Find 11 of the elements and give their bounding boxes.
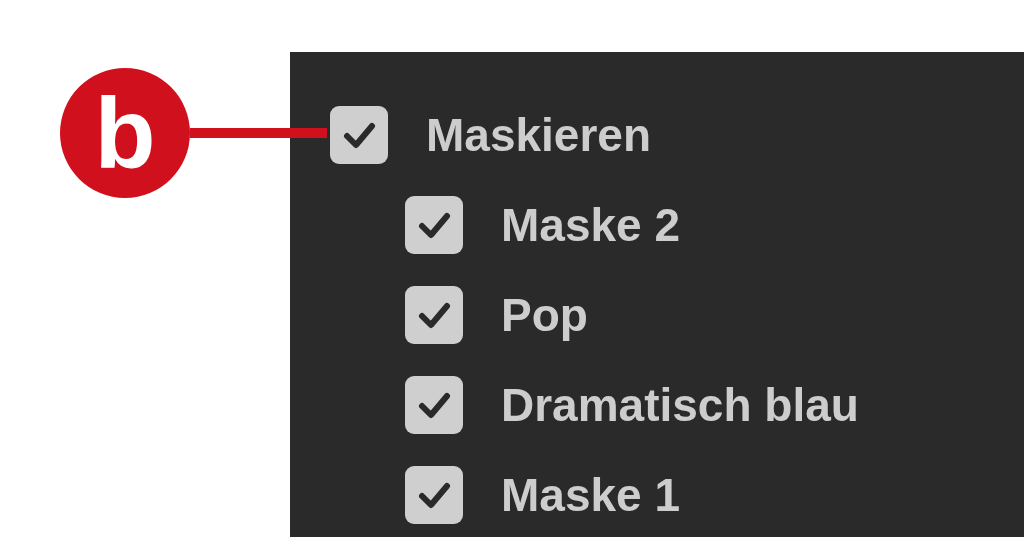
checkbox-label: Dramatisch blau (501, 378, 859, 432)
checkbox[interactable] (405, 196, 463, 254)
checkbox-label: Maske 1 (501, 468, 680, 522)
checkbox[interactable] (405, 466, 463, 524)
checkbox-label: Pop (501, 288, 588, 342)
checkbox[interactable] (405, 376, 463, 434)
checkbox-label: Maske 2 (501, 198, 680, 252)
checkbox[interactable] (330, 106, 388, 164)
checkbox-label: Maskieren (426, 108, 651, 162)
checkbox[interactable] (405, 286, 463, 344)
callout-badge: b (60, 68, 190, 198)
